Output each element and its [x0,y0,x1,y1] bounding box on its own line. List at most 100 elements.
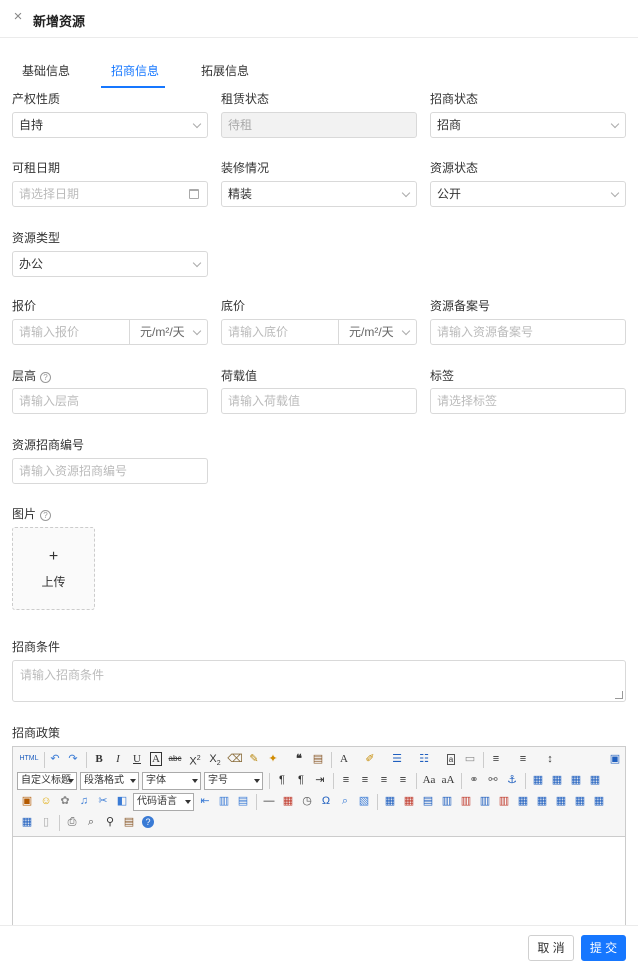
tab-extended-info[interactable]: 拓展信息 [201,62,249,79]
font-family-select[interactable]: 字体 [142,772,201,790]
select-all-icon[interactable]: a [442,750,460,768]
align-center-icon[interactable]: ≡ [356,771,374,789]
background-icon[interactable]: ▤ [234,792,252,810]
resource-type-select[interactable]: 办公 [12,251,208,277]
unordered-list-icon[interactable]: ☷ [415,750,433,768]
lowercase-icon[interactable]: aA [439,771,457,789]
bold-icon[interactable]: B [90,750,108,768]
record-no-input[interactable]: 请输入资源备案号 [430,319,626,345]
link-icon[interactable]: ⚭ [465,771,483,789]
image-center-icon[interactable]: ▦ [586,771,604,789]
page-break-icon[interactable]: ⇤ [196,792,214,810]
insert-paragraph-before-table-icon[interactable]: ▤ [419,792,437,810]
image-right-icon[interactable]: ▦ [567,771,585,789]
image-left-icon[interactable]: ▦ [548,771,566,789]
insert-col-icon[interactable]: ▥ [476,792,494,810]
invest-code-input[interactable]: 请输入资源招商编号 [12,458,208,484]
preview-icon[interactable]: ⌕ [82,813,100,831]
align-justify-icon[interactable]: ≡ [394,771,412,789]
invest-status-select[interactable]: 招商 [430,112,626,138]
attachment-icon[interactable]: ✂ [94,792,112,810]
close-icon[interactable]: × [11,9,25,24]
row-spacing-top-icon[interactable]: ≡ [487,750,505,768]
line-height-icon[interactable]: ↕ [541,750,559,768]
merge-right-icon[interactable]: ▦ [533,792,551,810]
search-icon[interactable]: ⚲ [101,813,119,831]
highlight-color-icon[interactable]: ✐ [361,750,379,768]
fullscreen-icon[interactable]: ▣ [606,750,624,768]
font-color-icon[interactable]: A [335,750,353,768]
redo-icon[interactable]: ↷ [64,750,82,768]
tab-basic-info[interactable]: 基础信息 [22,62,70,79]
clear-doc-icon[interactable]: ▭ [461,750,479,768]
underline-icon[interactable]: U [128,750,146,768]
tags-select[interactable]: 请选择标签 [430,388,626,414]
help-icon[interactable]: ? [139,813,157,831]
superscript-icon[interactable]: X2 [186,750,204,768]
tab-invest-info[interactable]: 招商信息 [111,62,159,79]
floor-price-input[interactable]: 请输入底价 元/m²/天 [221,319,417,345]
time-icon[interactable]: ◷ [298,792,316,810]
cancel-button[interactable]: 取 消 [528,935,574,961]
delete-row-icon[interactable]: ▥ [457,792,475,810]
italic-icon[interactable]: I [109,750,127,768]
rtl-icon[interactable]: ¶ [292,771,310,789]
delete-table-icon[interactable]: ▦ [400,792,418,810]
image-upload-button[interactable]: + 上传 [12,527,95,610]
floor-price-unit-select[interactable]: 元/m²/天 [338,320,416,344]
insert-table-icon[interactable]: ▦ [381,792,399,810]
resource-status-select[interactable]: 公开 [430,181,626,207]
template-icon[interactable]: ▥ [215,792,233,810]
unlink-icon[interactable]: ⚯ [484,771,502,789]
price-input[interactable]: 请输入报价 元/m²/天 [12,319,208,345]
music-icon[interactable]: ♫ [75,792,93,810]
uppercase-icon[interactable]: Aa [420,771,438,789]
decoration-select[interactable]: 精装 [221,181,417,207]
split-cells-icon[interactable]: ▦ [571,792,589,810]
custom-title-select[interactable]: 自定义标题 [17,772,77,790]
floor-height-input[interactable]: 请输入层高 [12,388,208,414]
conditions-textarea[interactable]: 请输入招商条件 [12,660,626,702]
insert-image-icon[interactable]: ▣ [18,792,36,810]
font-size-select[interactable]: 字号 [204,772,263,790]
print-icon[interactable]: ⎙ [63,813,81,831]
editor-content-area[interactable] [13,838,625,925]
special-char-icon[interactable]: Ω [317,792,335,810]
horizontal-rule-icon[interactable]: — [260,792,278,810]
ltr-icon[interactable]: ¶ [273,771,291,789]
auto-format-icon[interactable]: ✦ [264,750,282,768]
charts-icon[interactable]: ▯ [37,813,55,831]
submit-button[interactable]: 提 交 [581,935,626,961]
indent-icon[interactable]: ⇥ [311,771,329,789]
align-right-icon[interactable]: ≡ [375,771,393,789]
row-spacing-bottom-icon[interactable]: ≡ [514,750,532,768]
load-input[interactable]: 请输入荷载值 [221,388,417,414]
available-date-picker[interactable]: 请选择日期 [12,181,208,207]
eraser-icon[interactable]: ⌫ [226,750,244,768]
anchor-icon[interactable]: ⚓ [503,771,521,789]
resize-handle-icon[interactable] [615,691,623,699]
question-circle-icon[interactable]: ? [40,510,52,521]
price-unit-select[interactable]: 元/m²/天 [129,320,207,344]
paragraph-format-select[interactable]: 段落格式 [80,772,139,790]
code-language-select[interactable]: 代码语言 [133,793,194,811]
image-none-icon[interactable]: ▦ [529,771,547,789]
emotion-icon[interactable]: ☺ [37,792,55,810]
property-nature-select[interactable]: 自持 [12,112,208,138]
delete-col-icon[interactable]: ▥ [495,792,513,810]
html-source-button[interactable]: HTML [18,750,40,768]
align-left-icon[interactable]: ≡ [337,771,355,789]
font-border-icon[interactable]: A [147,750,165,768]
blockquote-icon[interactable]: ❝ [290,750,308,768]
ordered-list-icon[interactable]: ☰ [388,750,406,768]
search-replace-icon[interactable]: ⌕ [336,792,354,810]
split-cols-icon[interactable]: ▦ [18,813,36,831]
format-brush-icon[interactable]: ✎ [245,750,263,768]
undo-icon[interactable]: ↶ [46,750,64,768]
subscript-icon[interactable]: X2 [206,750,224,768]
question-circle-icon[interactable]: ? [40,372,52,383]
date-icon[interactable]: ▦ [279,792,297,810]
wordimage-icon[interactable]: ▧ [355,792,373,810]
map-icon[interactable]: ◧ [113,792,131,810]
split-rows-icon[interactable]: ▦ [590,792,608,810]
